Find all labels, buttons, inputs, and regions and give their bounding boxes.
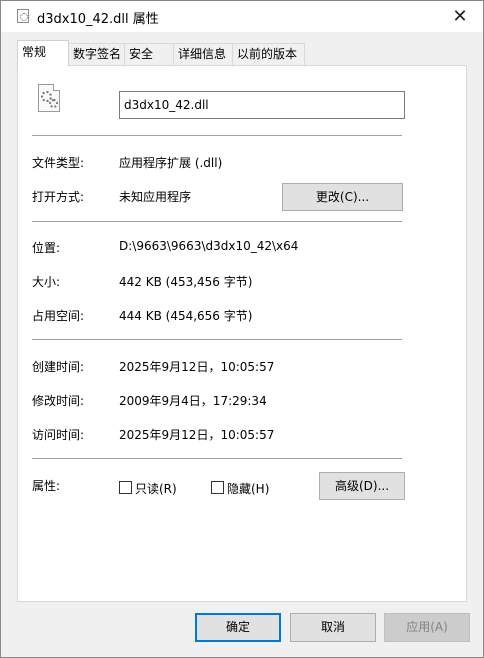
dll-gear-file-icon [38,84,60,112]
size-on-disk-value: 444 KB (454,656 字节) [119,309,253,323]
advanced-button[interactable]: 高级(D)... [319,472,405,500]
location-value: D:\9663\9663\d3dx10_42\x64 [119,239,299,253]
window-title: d3dx10_42.dll 属性 [37,12,159,27]
separator [32,339,402,340]
file-type-label: 文件类型: [32,156,85,170]
location-label: 位置: [32,241,61,255]
close-button[interactable]: ✕ [437,1,483,32]
size-on-disk-label: 占用空间: [32,309,85,323]
modified-label: 修改时间: [32,394,85,408]
opens-with-value: 未知应用程序 [119,190,192,204]
cancel-button[interactable]: 取消 [290,613,376,642]
apply-button[interactable]: 应用(A) [384,613,470,642]
tab-security[interactable]: 安全 [124,43,174,65]
change-button[interactable]: 更改(C)... [282,183,403,211]
opens-with-label: 打开方式: [32,190,85,204]
general-tab-panel: 文件类型: 应用程序扩展 (.dll) 打开方式: 未知应用程序 更改(C)..… [17,65,467,602]
created-label: 创建时间: [32,360,85,374]
readonly-checkbox[interactable] [119,481,132,494]
hidden-label[interactable]: 隐藏(H) [227,480,269,497]
properties-dialog: d3dx10_42.dll 属性 ✕ 常规 数字签名 安全 详细信息 以前的版本… [0,0,484,658]
tab-digital-signatures[interactable]: 数字签名 [68,43,125,65]
separator [32,135,402,136]
file-type-value: 应用程序扩展 (.dll) [119,156,223,170]
accessed-label: 访问时间: [32,428,85,442]
ok-button[interactable]: 确定 [195,613,281,642]
attributes-label: 属性: [32,479,61,493]
tab-details[interactable]: 详细信息 [173,43,233,65]
file-name-input[interactable] [119,91,405,119]
readonly-label[interactable]: 只读(R) [135,480,177,497]
accessed-value: 2025年9月12日，10:05:57 [119,428,275,442]
modified-value: 2009年9月4日，17:29:34 [119,394,267,408]
tab-general[interactable]: 常规 [17,40,69,66]
size-label: 大小: [32,275,61,289]
created-value: 2025年9月12日，10:05:57 [119,360,275,374]
hidden-checkbox[interactable] [211,481,224,494]
size-value: 442 KB (453,456 字节) [119,275,253,289]
title-bar[interactable]: d3dx10_42.dll 属性 ✕ [1,1,483,32]
dll-file-icon [17,9,29,23]
tab-previous-versions[interactable]: 以前的版本 [232,43,305,65]
separator [32,221,402,222]
separator [32,458,402,459]
